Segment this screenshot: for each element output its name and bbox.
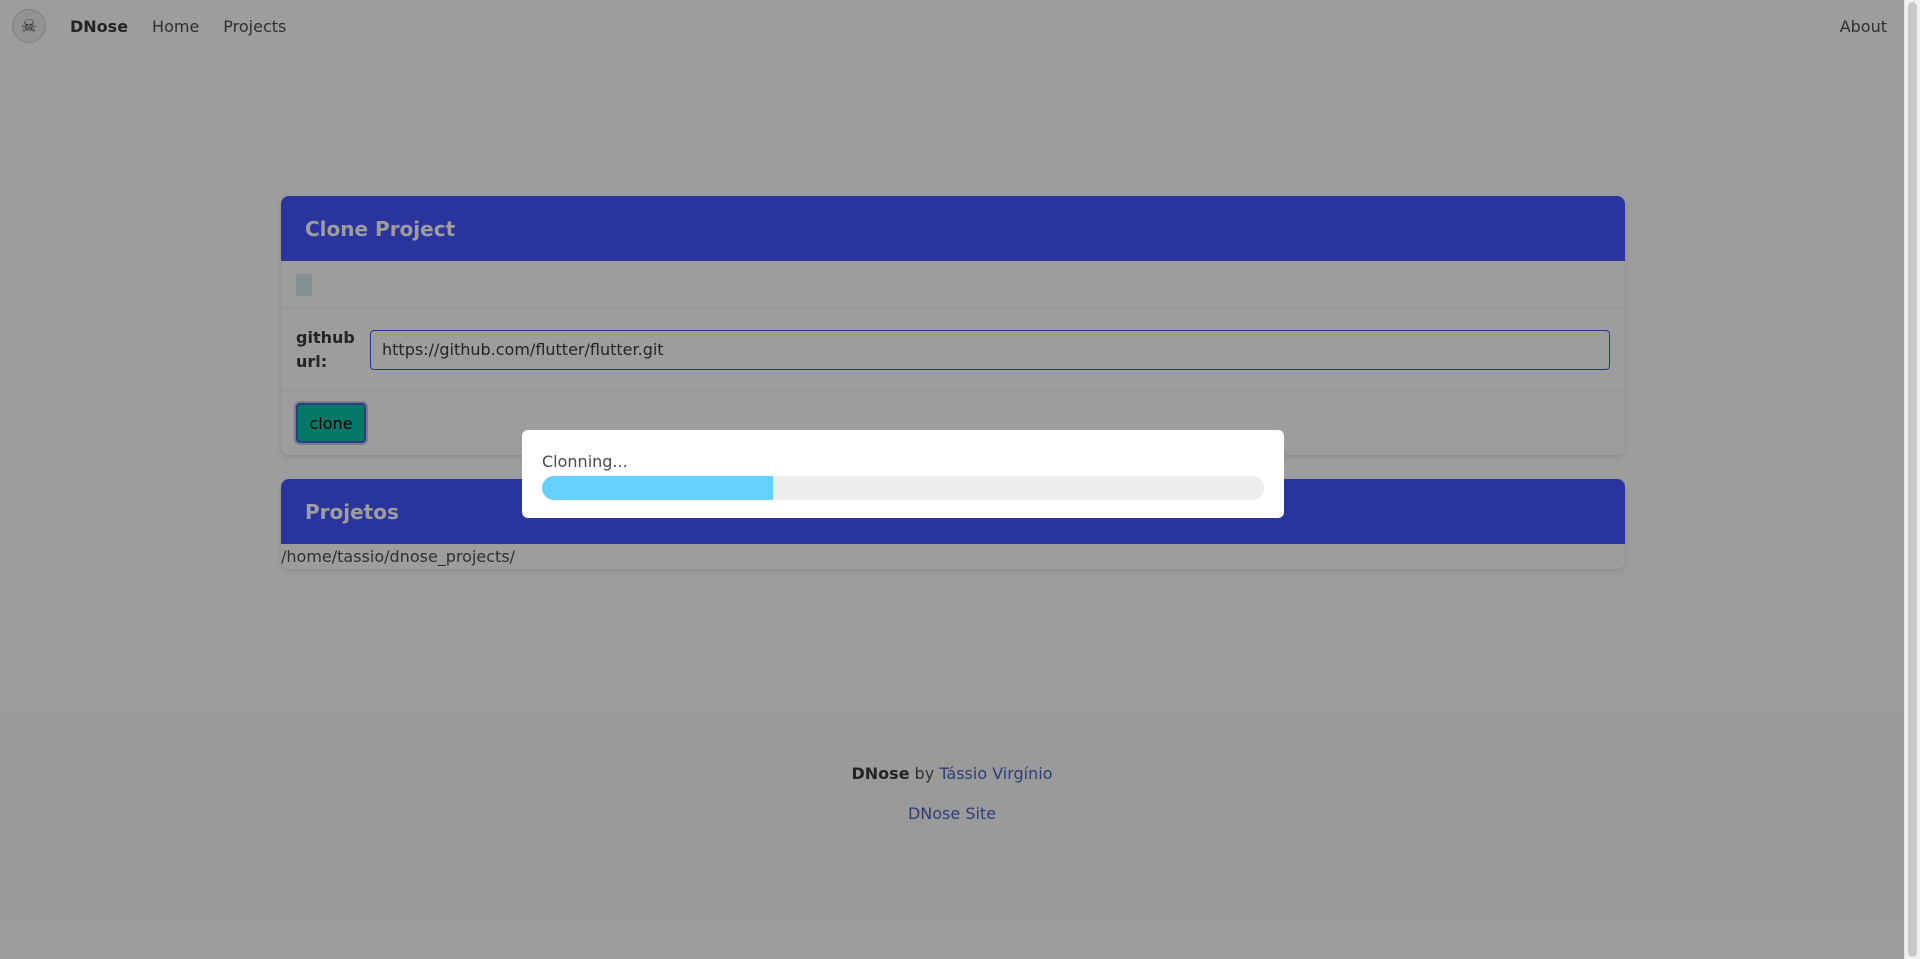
cloning-progress-bar: [542, 476, 1264, 500]
scrollbar-thumb[interactable]: [1908, 2, 1917, 957]
cloning-modal: Clonning...: [522, 430, 1284, 518]
progress-fill: [542, 476, 774, 500]
cloning-status-text: Clonning...: [542, 451, 628, 471]
vertical-scrollbar[interactable]: [1904, 0, 1920, 959]
